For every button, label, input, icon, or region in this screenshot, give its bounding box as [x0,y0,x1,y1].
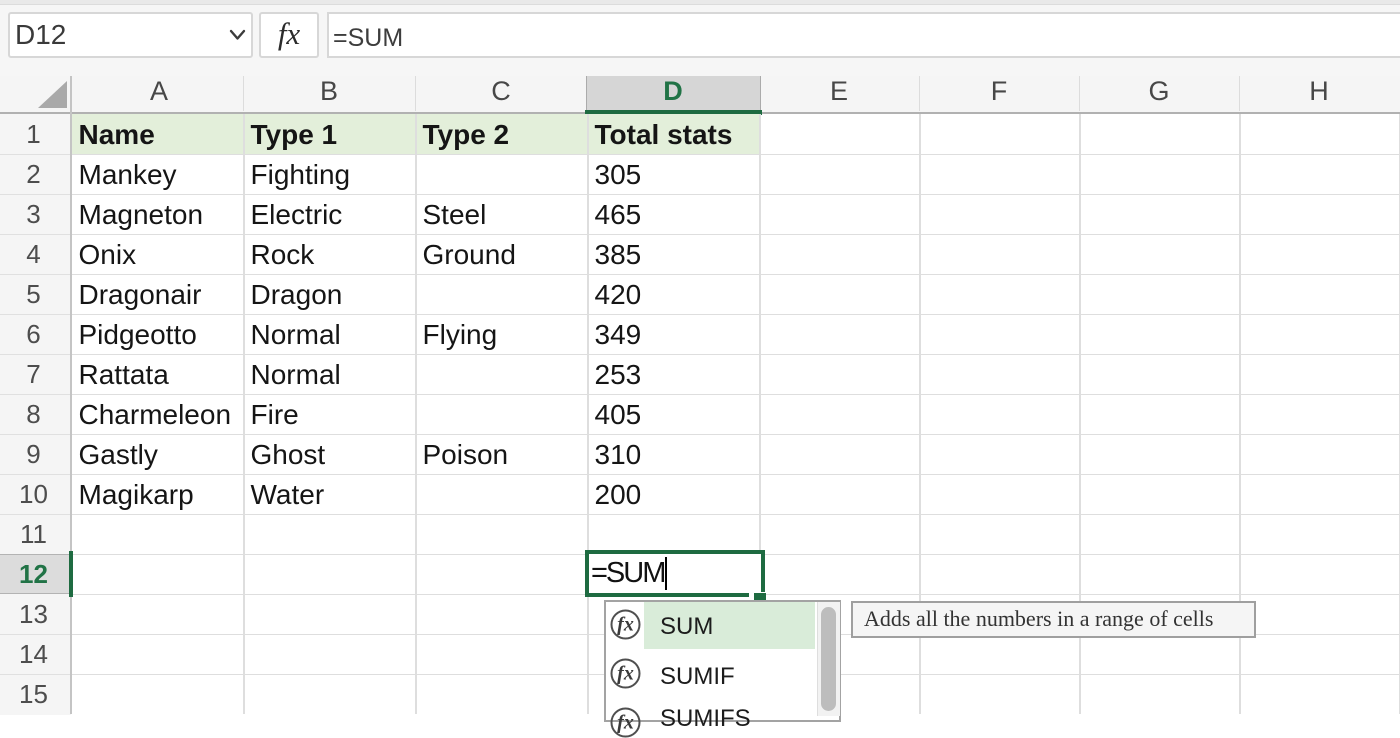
svg-text:fx: fx [617,663,634,685]
svg-text:fx: fx [617,613,634,635]
svg-text:fx: fx [617,712,634,734]
